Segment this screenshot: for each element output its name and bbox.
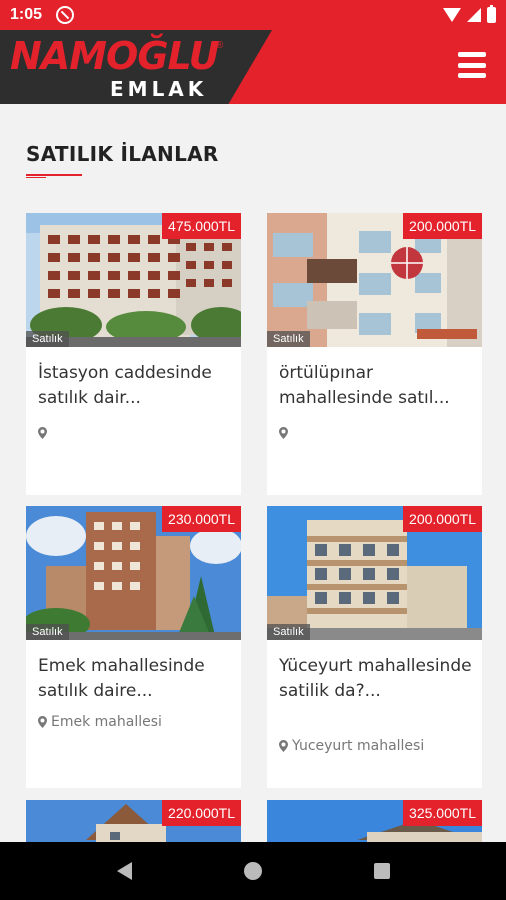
listing-photo[interactable]: 220.000TL: [26, 800, 241, 842]
listing-card[interactable]: 325.000TL: [267, 800, 482, 842]
listing-photo[interactable]: 230.000TL Satılık: [26, 506, 241, 640]
listing-title[interactable]: Emek mahallesinde satılık daire...: [38, 654, 234, 704]
status-time: 1:05: [10, 6, 43, 23]
recents-icon: [373, 863, 390, 879]
price-badge: 325.000TL: [403, 800, 482, 826]
location-pin-icon: [279, 740, 288, 752]
listing-location: Yuceyurt mahallesi: [279, 738, 424, 754]
listing-location: [38, 427, 51, 439]
signal-icon: [467, 8, 481, 22]
location-text: Yuceyurt mahallesi: [292, 738, 425, 754]
listing-title[interactable]: İstasyon caddesinde satılık dair...: [38, 361, 234, 411]
logo-main-text: NAMOĞLU: [10, 34, 220, 78]
listing-card[interactable]: 200.000TL Satılık Yüceyurt mahallesinde …: [267, 506, 482, 788]
status-badge: Satılık: [267, 331, 310, 347]
home-button[interactable]: [233, 851, 273, 891]
listing-card[interactable]: 230.000TL Satılık Emek mahallesinde satı…: [26, 506, 241, 788]
listing-photo[interactable]: 325.000TL: [267, 800, 482, 842]
listing-photo[interactable]: 475.000TL Satılık: [26, 213, 241, 347]
recents-button[interactable]: [362, 851, 402, 891]
listing-photo[interactable]: 200.000TL Satılık: [267, 506, 482, 640]
back-icon: [116, 862, 132, 880]
page-title: SATILIK İLANLAR: [26, 142, 219, 166]
app-header: NAMOĞLU ® EMLAK: [0, 30, 506, 104]
logo[interactable]: NAMOĞLU ® EMLAK: [0, 30, 272, 104]
status-badge: Satılık: [267, 624, 310, 640]
price-badge: 220.000TL: [162, 800, 241, 826]
listings-page[interactable]: SATILIK İLANLAR 475.000TL Satılık İstasy…: [0, 104, 506, 842]
price-badge: 200.000TL: [403, 213, 482, 239]
listing-title[interactable]: örtülüpınar mahallesinde satıl...: [279, 361, 475, 411]
battery-icon: [487, 5, 496, 23]
listing-title[interactable]: Yüceyurt mahallesinde satilik da?...: [279, 654, 475, 704]
wifi-icon: [443, 8, 461, 22]
listing-location: [279, 427, 292, 439]
status-icons: [443, 5, 496, 23]
logo-registered-mark: ®: [216, 40, 224, 51]
price-badge: 200.000TL: [403, 506, 482, 532]
logo-sub-text: EMLAK: [110, 77, 208, 101]
home-icon: [243, 862, 262, 880]
listing-card[interactable]: 220.000TL: [26, 800, 241, 842]
location-pin-icon: [279, 427, 288, 439]
back-button[interactable]: [104, 851, 144, 891]
title-underline: [26, 174, 82, 178]
status-badge: Satılık: [26, 331, 69, 347]
price-badge: 230.000TL: [162, 506, 241, 532]
listing-card[interactable]: 475.000TL Satılık İstasyon caddesinde sa…: [26, 213, 241, 495]
listing-photo[interactable]: 200.000TL Satılık: [267, 213, 482, 347]
do-not-disturb-icon: [56, 6, 75, 24]
listing-card[interactable]: 200.000TL Satılık örtülüpınar mahallesin…: [267, 213, 482, 495]
price-badge: 475.000TL: [162, 213, 241, 239]
location-pin-icon: [38, 427, 47, 439]
location-text: Emek mahallesi: [51, 714, 162, 730]
hamburger-menu-icon[interactable]: [458, 52, 486, 78]
status-bar: 1:05: [0, 0, 506, 30]
status-badge: Satılık: [26, 624, 69, 640]
system-nav-bar: [0, 842, 506, 900]
location-pin-icon: [38, 716, 47, 728]
listing-location: Emek mahallesi: [38, 714, 162, 730]
